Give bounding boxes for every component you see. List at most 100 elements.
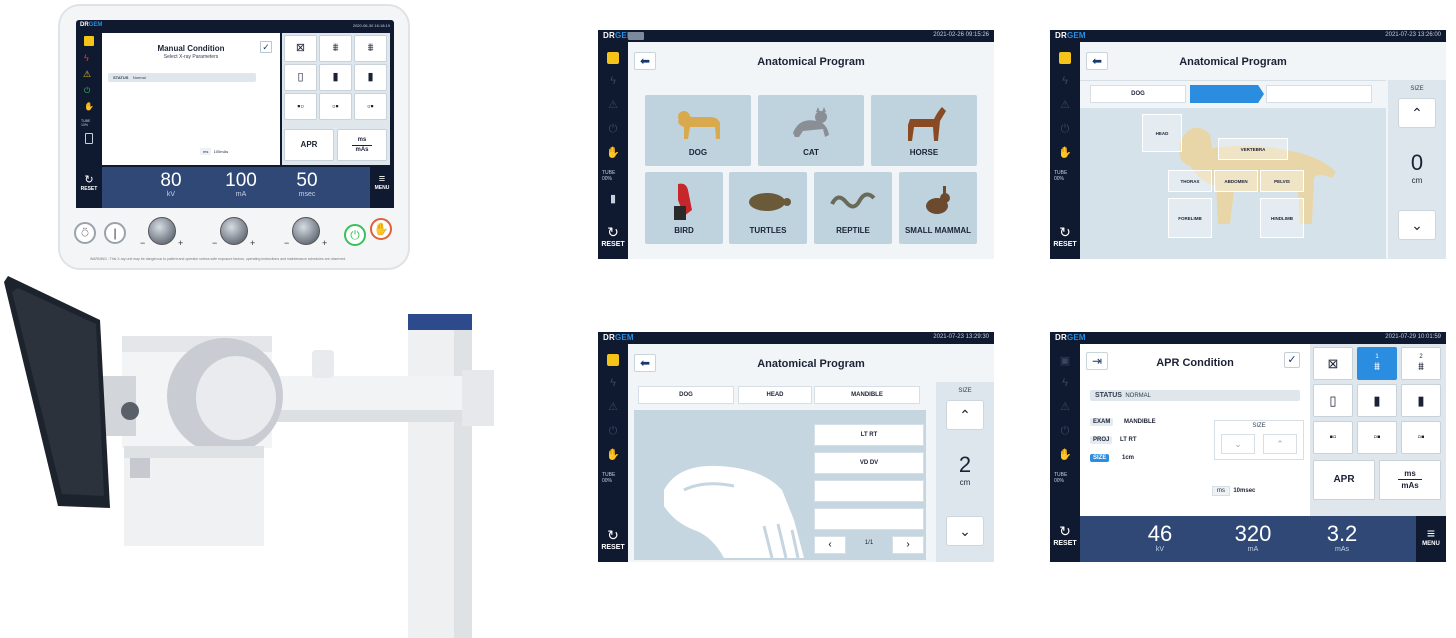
breadcrumb-dog[interactable]: DOG xyxy=(1090,85,1186,103)
clock: 2021-07-23 13:29:30 xyxy=(933,334,989,340)
apr-button[interactable]: APR xyxy=(284,129,334,161)
topbar: DRGEM 2021-02-26 09:15:26 xyxy=(598,30,994,42)
aec-right-button[interactable]: ▫▪ xyxy=(1401,421,1441,454)
prep-button[interactable]: ⍥ xyxy=(74,222,96,244)
device-menu-button[interactable]: ≡ MENU xyxy=(370,167,394,208)
power-on-button[interactable]: | xyxy=(104,222,126,244)
bolt-icon: ϟ xyxy=(1062,75,1068,87)
pagination: ‹ 1/1 › xyxy=(814,536,924,554)
device-screen: DRGEM 2020-06-30 16:18:19 ϟ ⚠ ⏻ ✋ TUBE 10… xyxy=(76,20,394,208)
topbar: DRGEM 2021-07-29 10:01:59 xyxy=(1050,332,1446,344)
exposure-icon: ✋ xyxy=(1058,147,1072,159)
projection-empty-button[interactable] xyxy=(814,508,924,530)
tube-indicator: TUBE 00% xyxy=(1054,472,1068,484)
size-up-button[interactable]: ⌃ xyxy=(946,400,984,430)
tube-indicator: TUBE 00% xyxy=(602,170,616,182)
exposure-button[interactable]: ✋ xyxy=(370,218,392,240)
power-green-button[interactable]: ⏻ xyxy=(344,224,366,246)
prev-page-button[interactable]: ‹ xyxy=(814,536,846,554)
menu-button[interactable]: ≡ MENU xyxy=(1416,516,1446,562)
aec-left-button[interactable]: ▪▫ xyxy=(1313,421,1353,454)
size-unit: cm xyxy=(959,478,971,487)
grid-none-button[interactable]: ⊠ xyxy=(1313,347,1353,380)
reset-icon: ↻ xyxy=(84,174,94,186)
confirm-checkbox[interactable]: ✓ xyxy=(1284,352,1300,368)
size-up-button[interactable]: ⌃ xyxy=(1398,98,1436,128)
tube-indicator: TUBE 00% xyxy=(602,472,616,484)
grid-2-button[interactable]: ⩩ xyxy=(354,35,387,62)
focus-small-button[interactable]: ▯ xyxy=(1313,384,1353,417)
focus-large-button[interactable]: ▮ xyxy=(354,64,387,91)
reset-button[interactable]: ↻ RESET xyxy=(1050,219,1080,259)
region-pelvis[interactable]: PELVIS xyxy=(1260,170,1304,192)
breadcrumb-head[interactable]: HEAD xyxy=(738,386,812,404)
tube-indicator: TUBE 00% xyxy=(1054,170,1068,182)
species-tile-reptile[interactable]: REPTILE xyxy=(814,172,892,244)
region-thorax[interactable]: THORAX xyxy=(1168,170,1212,192)
size-box-label: SIZE xyxy=(1252,423,1266,429)
grid-none-button[interactable]: ⊠ xyxy=(284,35,317,62)
grid-1-button[interactable]: 1 ⩩ xyxy=(1357,347,1397,380)
size-down-button[interactable]: ⌄ xyxy=(1221,434,1255,454)
screen-title: Anatomical Program xyxy=(757,358,865,370)
ms-mas-toggle-button[interactable]: ms mAs xyxy=(1379,460,1441,500)
breadcrumb-dog[interactable]: DOG xyxy=(638,386,734,404)
device-main-panel: Manual Condition Select X-ray Parameters… xyxy=(102,33,280,165)
aec-center-button[interactable]: ▫▪ xyxy=(1357,421,1397,454)
power-icon: ⏻ xyxy=(1060,123,1070,135)
device-button-grid: ⊠ ⩩ ⩩ ▯ ▮ ▮ ▪▫ ▫▪ ▫▪ APR ms mAs xyxy=(282,33,390,165)
size-down-button[interactable]: ⌄ xyxy=(946,516,984,546)
species-tile-horse[interactable]: HORSE xyxy=(871,95,977,166)
grid-2-button[interactable]: 2 ⩩ xyxy=(1401,347,1441,380)
focus-mid-button[interactable]: ▮ xyxy=(319,64,352,91)
reset-button[interactable]: ↻ RESET xyxy=(598,522,628,562)
species-tile-bird[interactable]: BIRD xyxy=(645,172,723,244)
next-page-button[interactable]: › xyxy=(892,536,924,554)
reset-icon: ↻ xyxy=(607,527,619,543)
projection-lt-rt-button[interactable]: LT RT xyxy=(814,424,924,446)
kv-knob[interactable] xyxy=(148,217,176,245)
title-divider xyxy=(1080,80,1386,81)
size-up-button[interactable]: ⌃ xyxy=(1263,434,1297,454)
apr-button[interactable]: APR xyxy=(1313,460,1375,500)
region-forelimb[interactable]: FORELIMB xyxy=(1168,198,1212,238)
apr-main-panel: ⇥ APR Condition ✓ STATUS NORMAL EXAM MAN… xyxy=(1080,344,1310,516)
region-head[interactable]: HEAD xyxy=(1142,114,1182,152)
time-knob[interactable] xyxy=(292,217,320,245)
breadcrumb-empty xyxy=(1266,85,1372,103)
rabbit-icon xyxy=(926,186,950,214)
warning-icon: ⚠ xyxy=(83,69,92,79)
apr-button-grid: ⊠ 1 ⩩ 2 ⩩ ▯ ▮ ▮ ▪▫ ▫▪ ▫▪ APR ms mAs xyxy=(1310,344,1446,516)
focus-mid-button[interactable]: ▮ xyxy=(1357,384,1397,417)
region-hindlimb[interactable]: HINDLIMB xyxy=(1260,198,1304,238)
species-tile-turtles[interactable]: TURTLES xyxy=(729,172,807,244)
focus-small-button[interactable]: ▯ xyxy=(284,64,317,91)
species-tile-small-mammal[interactable]: SMALL MAMMAL xyxy=(899,172,977,244)
focus-large-button[interactable]: ▮ xyxy=(1401,384,1441,417)
grid-1-button[interactable]: ⩩ xyxy=(319,35,352,62)
time-minus-label: − xyxy=(284,238,290,248)
size-panel: SIZE ⌃ 2 cm ⌄ xyxy=(936,382,994,562)
ma-knob[interactable] xyxy=(220,217,248,245)
projection-empty-button[interactable] xyxy=(814,480,924,502)
exposure-icon: ✋ xyxy=(606,449,620,461)
readout-bar: ↻ RESET 46 kV 320 mA 3.2 mAs ≡ MENU xyxy=(1050,516,1446,562)
species-tile-dog[interactable]: DOG xyxy=(645,95,751,166)
aec-center-button[interactable]: ▫▪ xyxy=(319,93,352,120)
device-reset-button[interactable]: ↻ RESET xyxy=(76,167,102,208)
ms-mas-toggle-button[interactable]: ms mAs xyxy=(337,129,387,161)
size-down-button[interactable]: ⌄ xyxy=(1398,210,1436,240)
breadcrumb-mandible[interactable]: MANDIBLE xyxy=(814,386,920,404)
battery-icon xyxy=(85,133,93,144)
confirm-checkbox[interactable]: ✓ xyxy=(260,41,272,53)
reset-button[interactable]: ↻ RESET xyxy=(1050,516,1080,562)
proj-tag: PROJ xyxy=(1090,436,1113,444)
region-abdomen[interactable]: ABDOMEN xyxy=(1214,170,1258,192)
aec-right-button[interactable]: ▫▪ xyxy=(354,93,387,120)
region-vertebra[interactable]: VERTEBRA xyxy=(1218,138,1288,160)
reset-button[interactable]: ↻ RESET xyxy=(598,219,628,259)
species-tile-cat[interactable]: CAT xyxy=(758,95,864,166)
projection-vd-dv-button[interactable]: VD DV xyxy=(814,452,924,474)
aec-left-button[interactable]: ▪▫ xyxy=(284,93,317,120)
clock: 2021-02-26 09:15:26 xyxy=(933,32,989,38)
